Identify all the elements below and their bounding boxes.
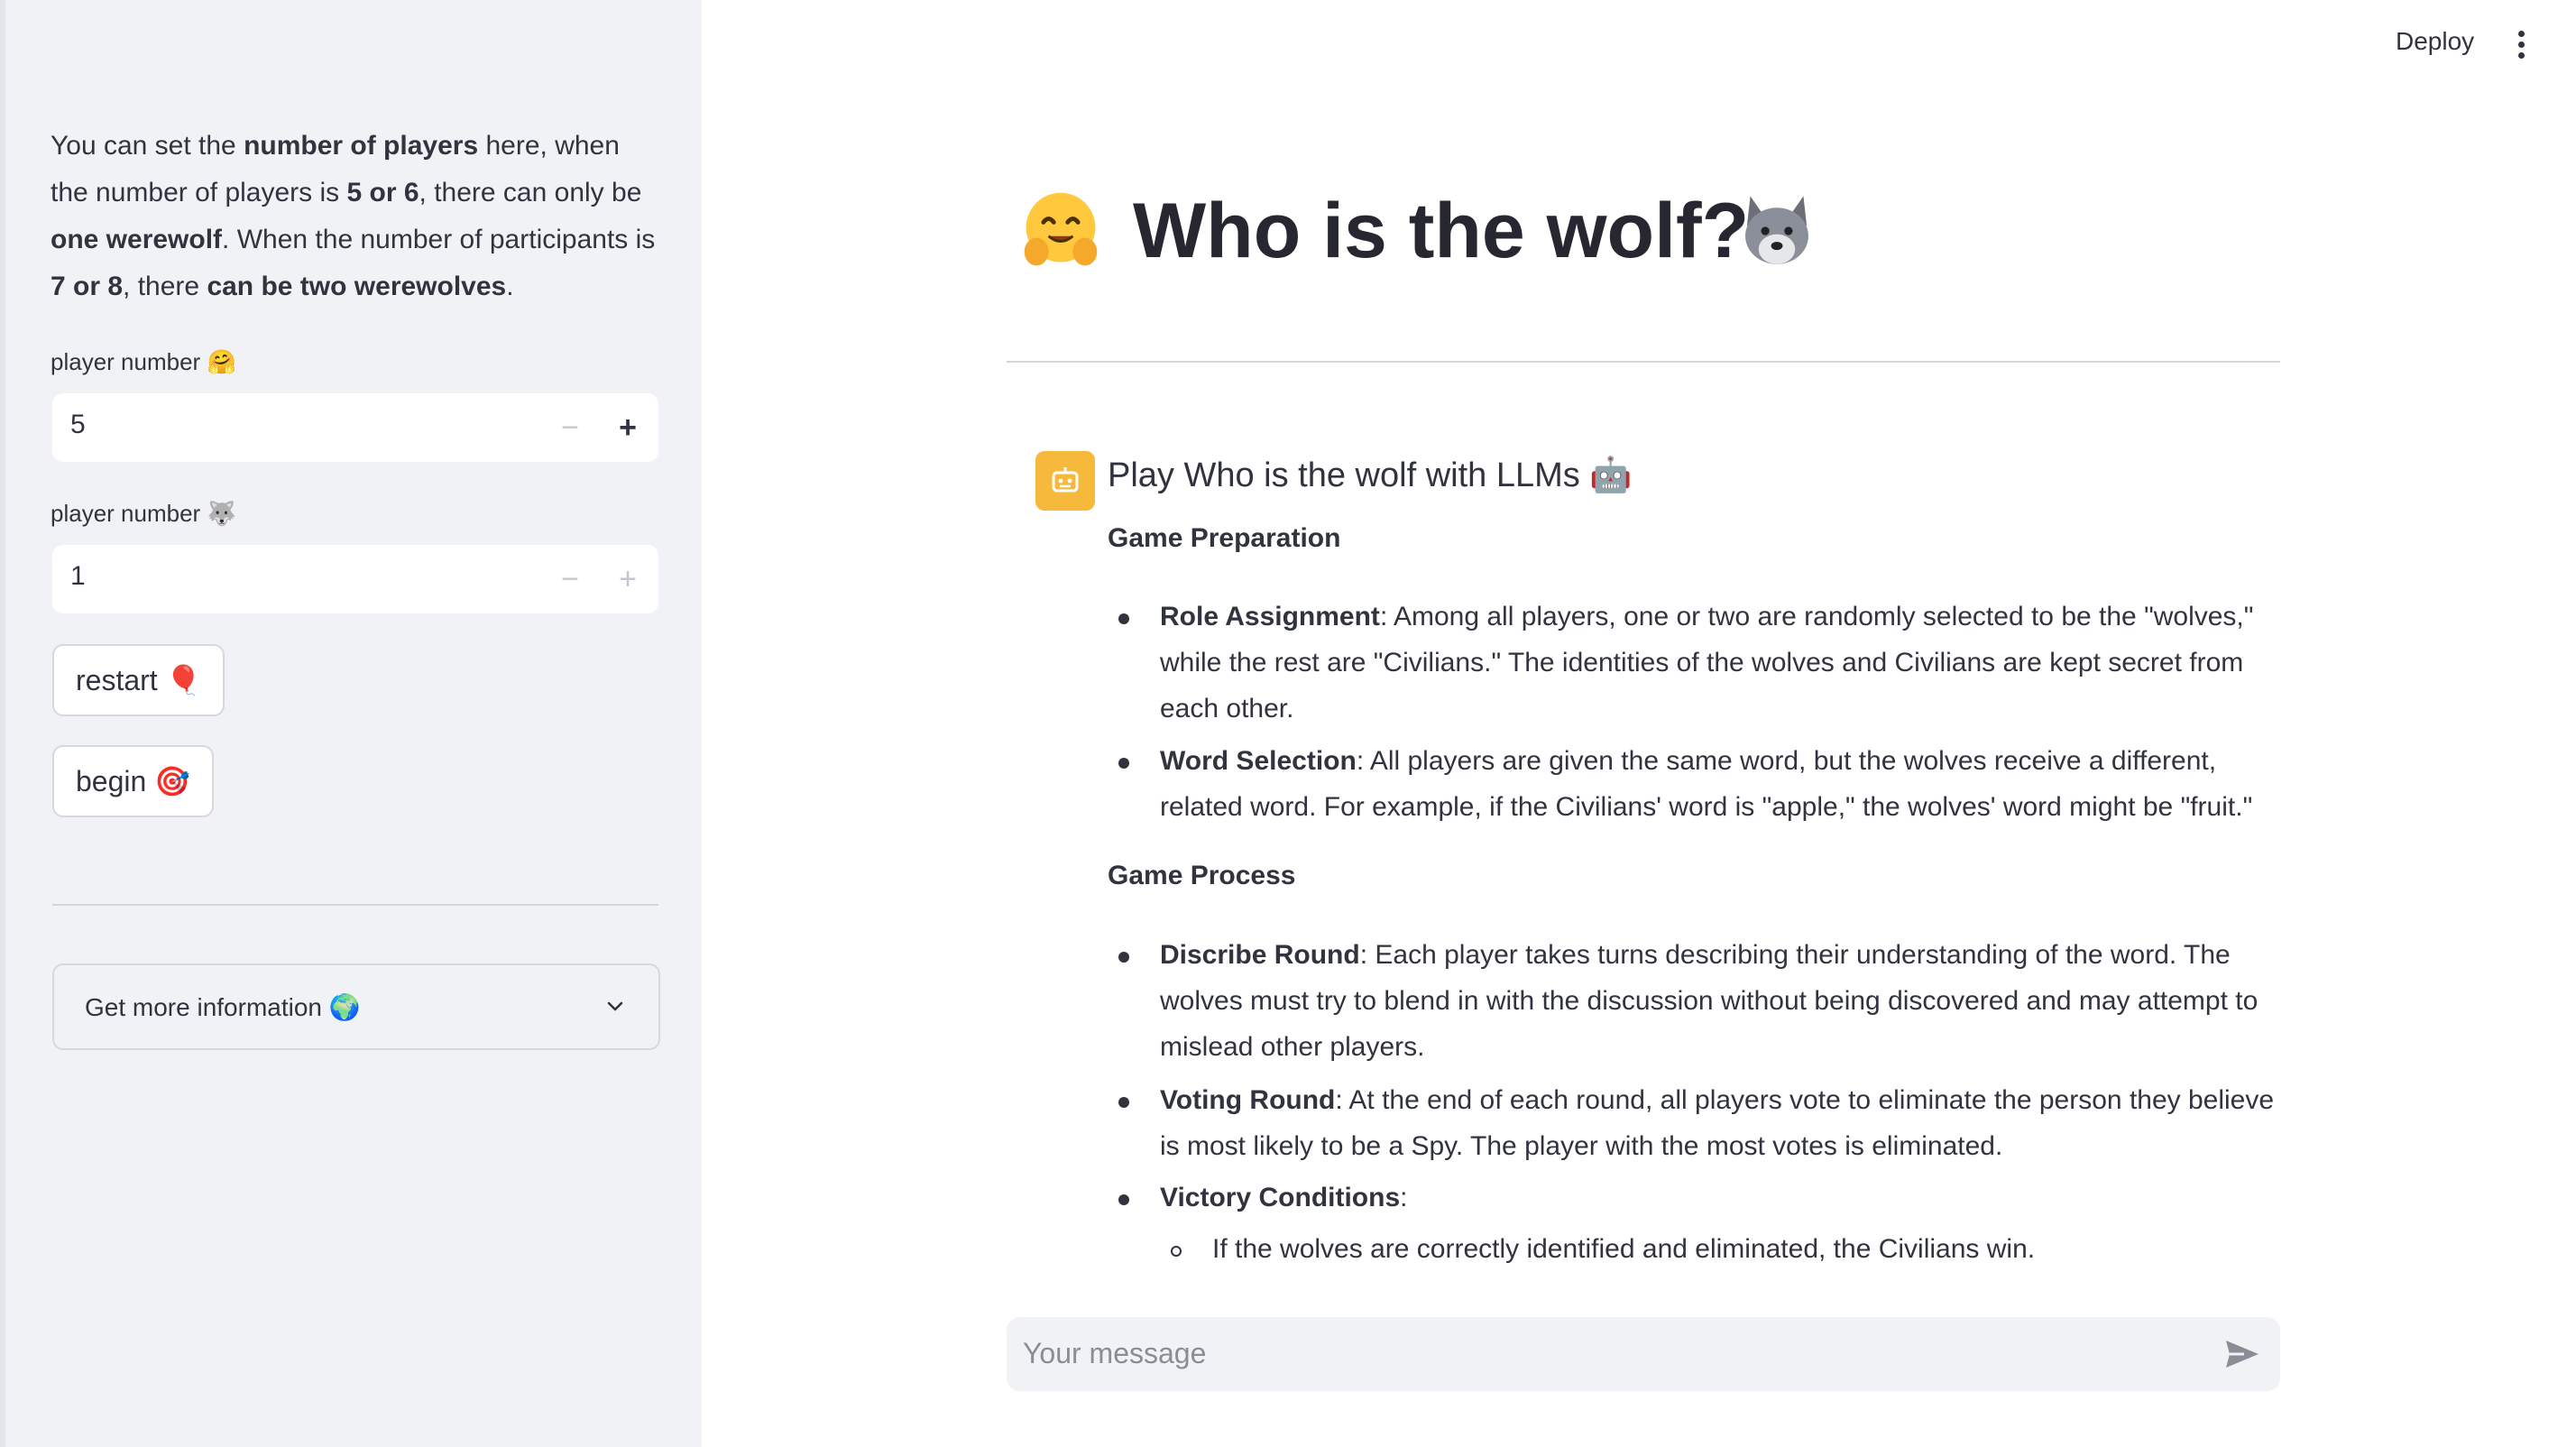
balloon-emoji-icon: 🎈	[165, 664, 202, 696]
section-heading: Game Preparation	[1108, 523, 1341, 553]
chevron-down-icon	[607, 1001, 623, 1011]
kebab-menu-icon[interactable]	[2516, 31, 2525, 63]
chat-input[interactable]: Your message	[1007, 1317, 2280, 1391]
player-number-value[interactable]: 5	[70, 410, 86, 440]
player-number-input[interactable]: 5 − +	[52, 393, 658, 462]
sidebar-divider	[52, 904, 658, 906]
target-emoji-icon: 🎯	[154, 765, 191, 797]
bullet-icon	[1118, 952, 1129, 963]
section-heading: Game Process	[1108, 861, 1296, 890]
hugging-face-emoji-icon: 🤗	[207, 348, 236, 375]
hugging-face-emoji-icon	[1024, 192, 1098, 266]
chat-input-placeholder: Your message	[1023, 1337, 1207, 1369]
robot-emoji-icon: 🤖	[1589, 456, 1633, 494]
restart-button[interactable]: restart 🎈	[52, 644, 225, 716]
title-divider	[1007, 361, 2280, 363]
sidebar: You can set the number of players here, …	[0, 0, 702, 1447]
wolf-number-input[interactable]: 1 − +	[52, 545, 658, 613]
globe-emoji-icon: 🌍	[328, 993, 361, 1021]
wolf-emoji-icon: 🐺	[207, 500, 236, 527]
bullet-icon	[1118, 613, 1129, 624]
list-item: Word Selection: All players are given th…	[1160, 746, 2253, 822]
sub-list-item: If the wolves are correctly identified a…	[1212, 1234, 2036, 1264]
get-more-information-expander[interactable]: Get more information 🌍	[52, 963, 660, 1050]
decrement-button[interactable]: −	[541, 545, 599, 613]
sidebar-intro-text: You can set the number of players here, …	[51, 131, 656, 301]
bullet-icon	[1118, 1097, 1129, 1108]
player-number-label: player number 🤗	[51, 348, 236, 375]
begin-button[interactable]: begin 🎯	[52, 745, 215, 817]
wolf-number-value[interactable]: 1	[70, 561, 86, 592]
list-item: Voting Round: At the end of each round, …	[1160, 1085, 2275, 1161]
decrement-button[interactable]: −	[541, 393, 599, 462]
list-item: Role Assignment: Among all players, one …	[1160, 602, 2254, 724]
deploy-button[interactable]: Deploy	[2396, 27, 2474, 56]
page-title: Who is the wolf?	[1133, 188, 1750, 274]
bullet-icon	[1118, 758, 1129, 769]
increment-button[interactable]: +	[599, 545, 657, 613]
wolf-emoji-icon	[1745, 196, 1808, 264]
sub-bullet-icon	[1171, 1246, 1182, 1257]
bot-avatar	[1035, 451, 1095, 511]
bot-icon	[1052, 467, 1079, 493]
increment-button[interactable]: +	[599, 393, 657, 462]
bullet-icon	[1118, 1194, 1129, 1205]
chat-message-title: Play Who is the wolf with LLMs 🤖	[1108, 456, 1633, 494]
expander-label: Get more information 🌍	[85, 993, 361, 1021]
list-item: Victory Conditions:	[1160, 1183, 1408, 1212]
list-item: Discribe Round: Each player takes turns …	[1160, 940, 2259, 1062]
wolf-number-label: player number 🐺	[51, 500, 236, 527]
send-icon[interactable]	[2224, 1337, 2260, 1371]
